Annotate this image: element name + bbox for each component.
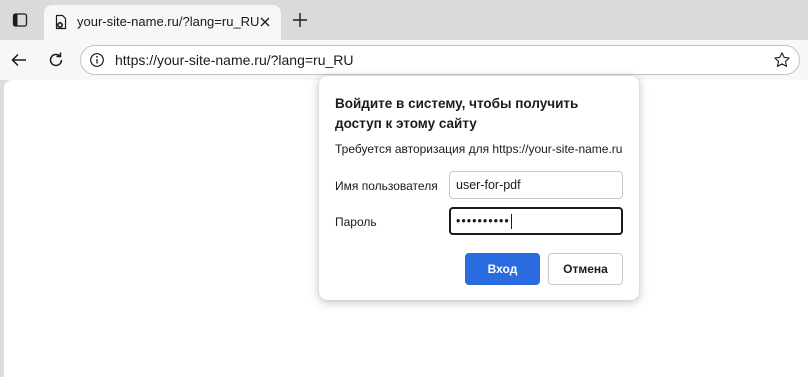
info-icon[interactable] [89,52,105,68]
star-icon[interactable] [773,51,791,69]
browser-titlebar: your-site-name.ru/?lang=ru_RU [0,0,808,40]
password-value: •••••••••• [456,214,510,228]
url-text[interactable]: https://your-site-name.ru/?lang=ru_RU [115,52,354,68]
reload-icon[interactable] [46,50,66,70]
text-caret [510,214,512,230]
username-label: Имя пользователя [335,179,438,193]
cancel-button[interactable]: Отмена [548,253,623,285]
plus-icon[interactable] [291,11,309,29]
close-icon[interactable] [258,15,272,29]
document-blocked-icon [53,14,69,30]
username-field[interactable]: user-for-pdf [449,171,623,199]
dialog-title: Войдите в систему, чтобы получить доступ… [335,96,579,131]
username-value: user-for-pdf [456,178,521,192]
password-field[interactable]: •••••••••• [449,207,623,235]
tab-title: your-site-name.ru/?lang=ru_RU [77,14,260,29]
dialog-subtitle: Требуется авторизация для https://your-s… [335,142,623,156]
browser-tab[interactable]: your-site-name.ru/?lang=ru_RU [44,5,281,40]
auth-dialog: Войдите в систему, чтобы получить доступ… [319,76,639,300]
password-label: Пароль [335,215,377,229]
browser-toolbar: https://your-site-name.ru/?lang=ru_RU [0,40,808,80]
login-button[interactable]: Вход [465,253,540,285]
back-arrow-icon[interactable] [9,50,29,70]
address-bar[interactable]: https://your-site-name.ru/?lang=ru_RU [80,45,800,75]
tab-actions-icon[interactable] [8,8,32,32]
